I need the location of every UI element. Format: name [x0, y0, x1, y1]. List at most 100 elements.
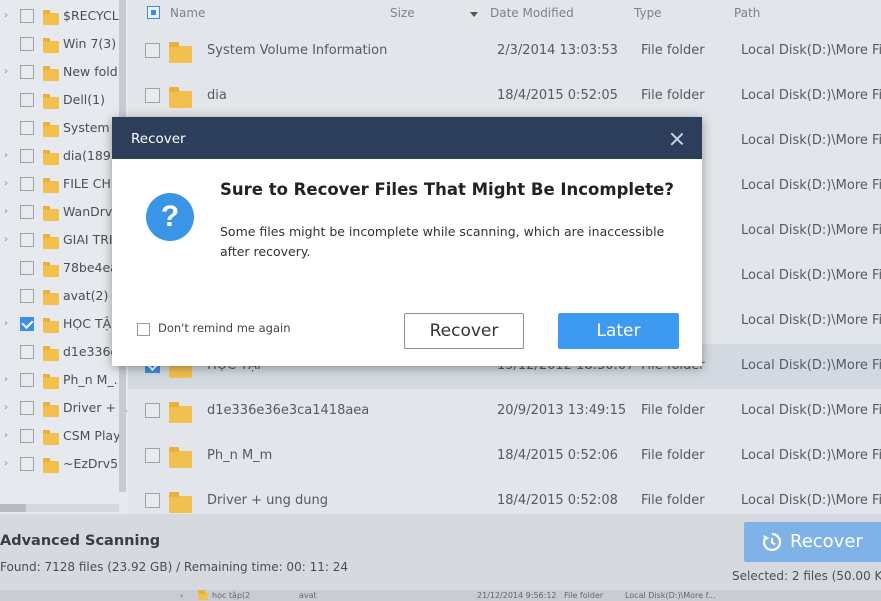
- sort-descending-icon[interactable]: [470, 12, 478, 17]
- table-row[interactable]: d1e336e36e3ca1418aea 20/9/2013 13:49:15 Fi…: [128, 389, 881, 434]
- strip-folder: học tập(2: [212, 591, 251, 600]
- column-size[interactable]: Size: [390, 6, 415, 20]
- tree-item-checkbox[interactable]: [20, 289, 34, 303]
- folder-icon: [169, 402, 192, 423]
- column-path[interactable]: Path: [734, 6, 760, 20]
- folder-icon: [169, 447, 192, 468]
- tree-item[interactable]: › Driver + ..: [0, 395, 128, 423]
- expand-arrow-icon[interactable]: ›: [4, 375, 12, 385]
- tree-item-checkbox[interactable]: [20, 261, 34, 275]
- tree-item-checkbox[interactable]: [20, 345, 34, 359]
- tree-item-checkbox[interactable]: [20, 233, 34, 247]
- file-type: File folder: [641, 448, 705, 463]
- tree-item[interactable]: › FILE CHI: [0, 171, 128, 199]
- expand-arrow-icon[interactable]: ›: [4, 179, 12, 189]
- tree-item[interactable]: › New fold..: [0, 59, 128, 87]
- tree-item-checkbox[interactable]: [20, 93, 34, 107]
- tree-item-checkbox[interactable]: [20, 37, 34, 51]
- row-checkbox[interactable]: [145, 88, 160, 103]
- recover-dialog: Recover ? Sure to Recover Files That Mig…: [112, 117, 702, 366]
- recover-button-label: Recover: [790, 531, 863, 552]
- file-path: Local Disk(D:)\More Fil...: [741, 313, 881, 328]
- tree-item-checkbox[interactable]: [20, 317, 34, 331]
- dont-remind-label[interactable]: Don't remind me again: [158, 321, 291, 335]
- column-date-modified[interactable]: Date Modified: [490, 6, 574, 20]
- tree-item[interactable]: › GIAI TRI(: [0, 227, 128, 255]
- tree-item-checkbox[interactable]: [20, 373, 34, 387]
- horizontal-scrollbar-thumb[interactable]: [0, 504, 26, 512]
- table-row[interactable]: Driver + ung dung 18/4/2015 0:52:08 File f…: [128, 479, 881, 514]
- strip-expand-arrow: ›: [180, 591, 184, 600]
- selected-info: Selected: 2 files (50.00 KB): [732, 569, 881, 583]
- expand-arrow-icon[interactable]: ›: [4, 403, 12, 413]
- tree-item-checkbox[interactable]: [20, 121, 34, 135]
- file-path: Local Disk(D:)\More Fil...: [741, 268, 881, 283]
- tree-item[interactable]: Dell(1): [0, 87, 128, 115]
- dialog-later-button[interactable]: Later: [558, 313, 679, 349]
- table-row[interactable]: System Volume Information 2/3/2014 13:03:…: [128, 29, 881, 74]
- tree-item[interactable]: Win 7(3): [0, 31, 128, 59]
- folder-icon: [43, 178, 59, 193]
- recover-button[interactable]: Recover: [744, 522, 881, 562]
- folder-icon: [169, 492, 192, 513]
- scan-status: Found: 7128 files (23.92 GB) / Remaining…: [0, 560, 348, 574]
- expand-arrow-icon[interactable]: ›: [4, 11, 12, 21]
- list-header: Name Size Date Modified Type Path: [128, 0, 881, 28]
- tree-item-label: CSM Play..: [63, 428, 127, 443]
- folder-icon: [43, 38, 59, 53]
- tree-item[interactable]: 78be4ea: [0, 255, 128, 283]
- tree-item-checkbox[interactable]: [20, 401, 34, 415]
- expand-arrow-icon[interactable]: ›: [4, 67, 12, 77]
- row-checkbox[interactable]: [145, 448, 160, 463]
- tree-item-checkbox[interactable]: [20, 177, 34, 191]
- tree-item[interactable]: › ~EzDrv5..: [0, 451, 128, 479]
- tree-item[interactable]: › HỌC TẬP(: [0, 311, 128, 339]
- tree-item-checkbox[interactable]: [20, 149, 34, 163]
- file-date: 20/9/2013 13:49:15: [497, 403, 627, 418]
- expand-arrow-icon[interactable]: ›: [4, 459, 12, 469]
- select-all-checkbox[interactable]: [147, 6, 160, 19]
- file-path: Local Disk(D:)\More Fil...: [741, 448, 881, 463]
- dialog-recover-button[interactable]: Recover: [404, 313, 524, 349]
- tree-item-checkbox[interactable]: [20, 9, 34, 23]
- tree-item[interactable]: avat(2): [0, 283, 128, 311]
- folder-icon: [43, 402, 59, 417]
- tree-item[interactable]: › CSM Play..: [0, 423, 128, 451]
- folder-icon: [43, 234, 59, 249]
- dialog-title: Recover: [131, 131, 186, 147]
- file-type: File folder: [641, 88, 705, 103]
- column-type[interactable]: Type: [634, 6, 662, 20]
- expand-arrow-icon[interactable]: ›: [4, 319, 12, 329]
- row-checkbox[interactable]: [145, 43, 160, 58]
- dont-remind-checkbox[interactable]: [137, 323, 150, 336]
- tree-item-checkbox[interactable]: [20, 457, 34, 471]
- tree-item-label: FILE CHI: [63, 176, 115, 191]
- tree-item[interactable]: › WanDrv6: [0, 199, 128, 227]
- file-date: 2/3/2014 13:03:53: [497, 43, 618, 58]
- tree-item[interactable]: d1e336e: [0, 339, 128, 367]
- tree-item-checkbox[interactable]: [20, 205, 34, 219]
- expand-arrow-icon[interactable]: ›: [4, 207, 12, 217]
- table-row[interactable]: Ph_n M_m 18/4/2015 0:52:06 File folder Loca…: [128, 434, 881, 479]
- expand-arrow-icon[interactable]: ›: [4, 151, 12, 161]
- tree-item-checkbox[interactable]: [20, 65, 34, 79]
- expand-arrow-icon[interactable]: ›: [4, 235, 12, 245]
- dialog-message: Some files might be incomplete while sca…: [220, 224, 665, 259]
- file-path: Local Disk(D:)\More Fil...: [741, 43, 881, 58]
- tree-item[interactable]: System V: [0, 115, 128, 143]
- folder-tree: › $RECYCL.. Win 7(3) › New fold.. Dell(1) Syst…: [0, 0, 128, 514]
- row-checkbox[interactable]: [145, 493, 160, 508]
- strip-date: 21/12/2014 9:56:12: [477, 591, 557, 600]
- close-icon[interactable]: [670, 132, 684, 146]
- tree-item[interactable]: › Ph_n M_..: [0, 367, 128, 395]
- file-name: Driver + ung dung: [207, 493, 329, 508]
- folder-icon: [43, 122, 59, 137]
- expand-arrow-icon[interactable]: ›: [4, 431, 12, 441]
- table-row[interactable]: dia 18/4/2015 0:52:05 File folder Local Dis…: [128, 74, 881, 119]
- column-name[interactable]: Name: [170, 6, 205, 20]
- tree-item[interactable]: › dia(189): [0, 143, 128, 171]
- tree-item[interactable]: › $RECYCL..: [0, 3, 128, 31]
- folder-icon: [198, 590, 208, 600]
- tree-item-checkbox[interactable]: [20, 429, 34, 443]
- row-checkbox[interactable]: [145, 403, 160, 418]
